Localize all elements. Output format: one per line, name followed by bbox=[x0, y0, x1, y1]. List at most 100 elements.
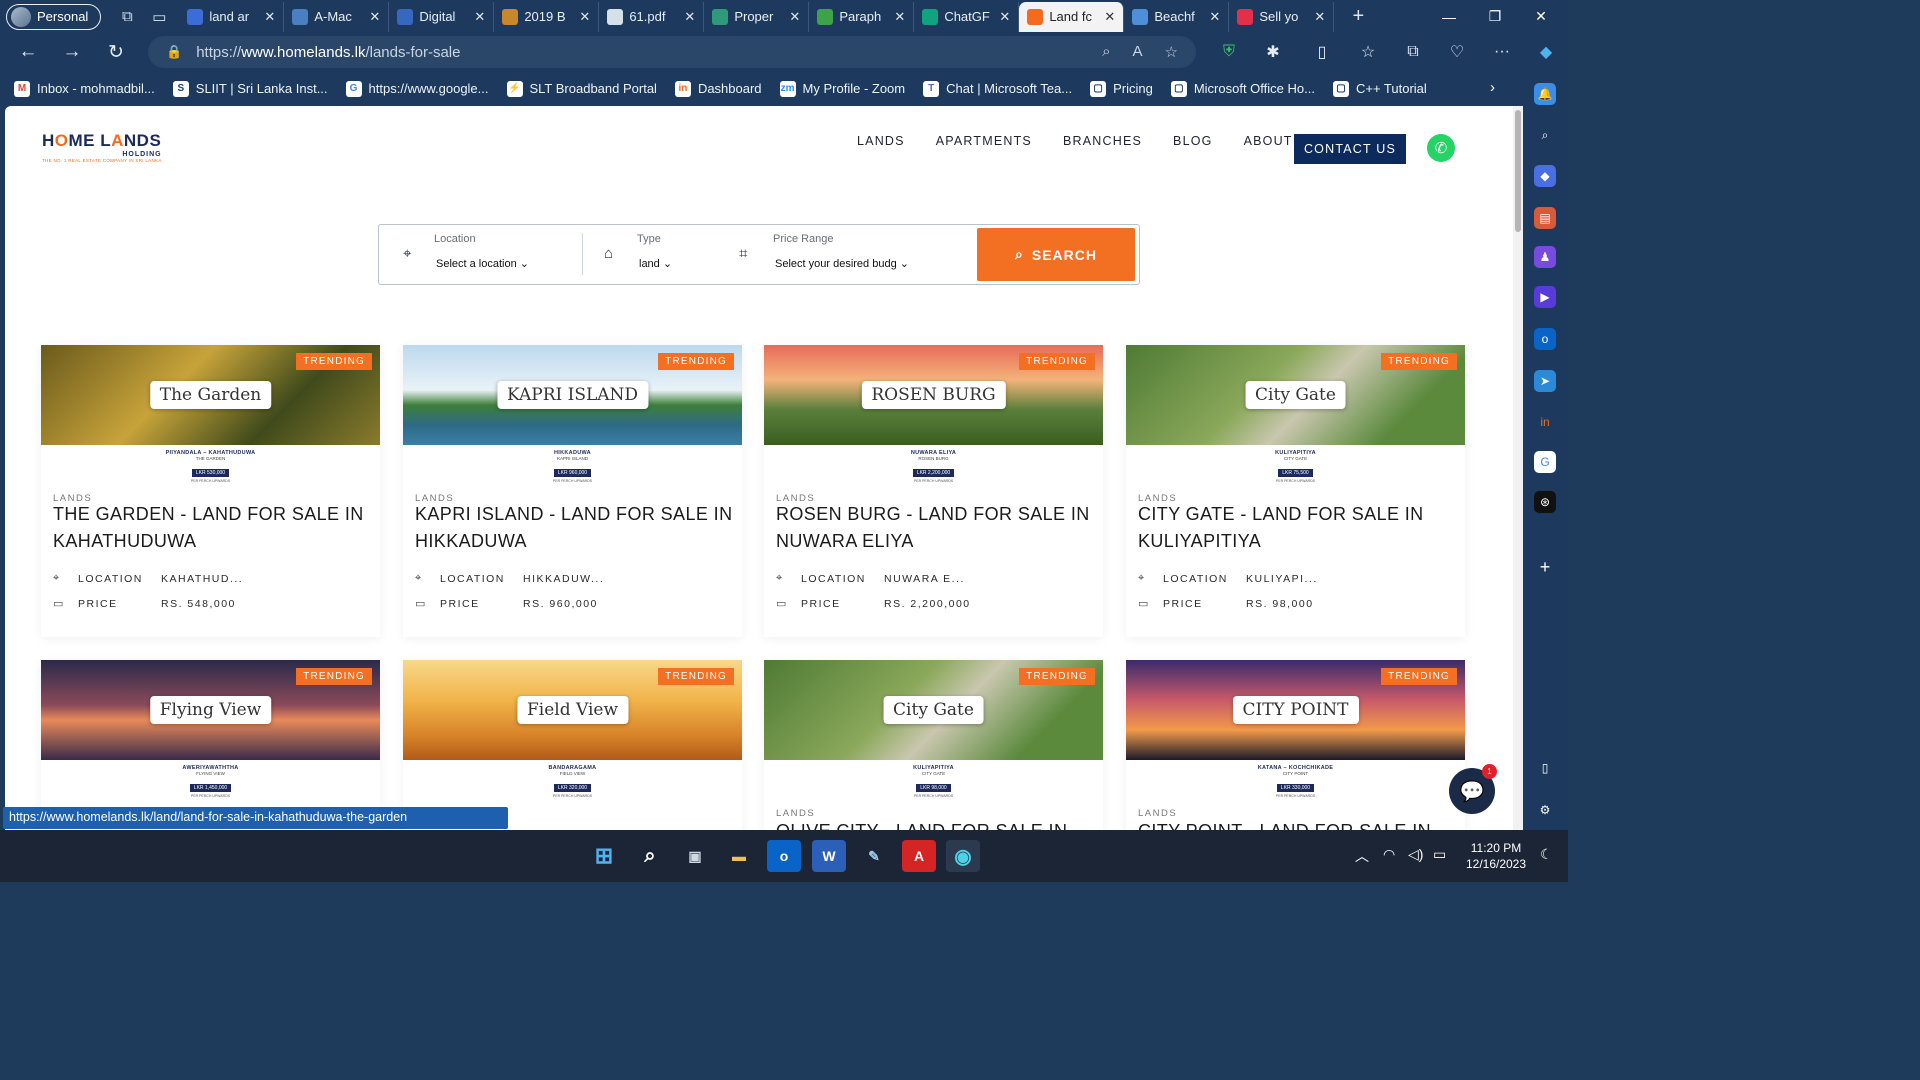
battery-icon[interactable]: ▭ bbox=[1433, 846, 1446, 863]
dashboard-app-icon[interactable]: in bbox=[1534, 411, 1556, 433]
price-range-select[interactable]: Select your desired budg ⌄ bbox=[775, 257, 909, 270]
listing-image[interactable]: Flying View TRENDING bbox=[41, 660, 380, 760]
browser-tab[interactable]: Sell yo ✕ bbox=[1229, 1, 1335, 32]
task-view-icon[interactable]: ▣ bbox=[678, 840, 712, 872]
favorite-link[interactable]: ▢ C++ Tutorial bbox=[1332, 80, 1427, 97]
listing-image[interactable]: City Gate TRENDING bbox=[1126, 345, 1465, 445]
forward-icon[interactable]: → bbox=[50, 41, 94, 63]
favorite-link[interactable]: ▢ Microsoft Office Ho... bbox=[1170, 80, 1315, 97]
browser-tab[interactable]: A-Mac ✕ bbox=[284, 1, 390, 32]
acrobat-icon[interactable]: A bbox=[902, 840, 936, 872]
nav-apartments[interactable]: APARTMENTS bbox=[936, 134, 1032, 148]
listing-image[interactable]: CITY POINT TRENDING bbox=[1126, 660, 1465, 760]
favorite-star-icon[interactable]: ☆ bbox=[1165, 43, 1178, 61]
listing-card[interactable]: KAPRI ISLAND TRENDING HIKKADUWA KAPRI IS… bbox=[403, 345, 742, 637]
listing-card[interactable]: Field View TRENDING BANDARAGAMA FIELD VI… bbox=[403, 660, 742, 830]
listing-card[interactable]: City Gate TRENDING KULIYAPITIYA CITY GAT… bbox=[764, 660, 1103, 830]
send-icon[interactable]: ➤ bbox=[1534, 370, 1556, 392]
nav-branches[interactable]: BRANCHES bbox=[1063, 134, 1142, 148]
favorite-link[interactable]: M Inbox - mohmadbil... bbox=[14, 80, 155, 97]
browser-tab[interactable]: 2019 B ✕ bbox=[494, 1, 600, 32]
favorite-link[interactable]: S SLIIT | Sri Lanka Inst... bbox=[172, 80, 328, 97]
favorite-link[interactable]: G https://www.google... bbox=[345, 80, 489, 97]
browser-tab[interactable]: Land fc ✕ bbox=[1019, 1, 1125, 32]
minimize-icon[interactable]: — bbox=[1426, 0, 1472, 33]
page-scrollbar[interactable] bbox=[1513, 106, 1523, 830]
new-tab-icon[interactable]: + bbox=[1342, 3, 1374, 31]
google-icon[interactable]: G bbox=[1534, 451, 1556, 473]
listing-image[interactable]: ROSEN BURG TRENDING bbox=[764, 345, 1103, 445]
price-range-filter[interactable]: ⌗ Price Range Select your desired budg ⌄ bbox=[723, 225, 973, 284]
collections-icon[interactable]: ⧉ bbox=[1399, 39, 1427, 65]
edge-icon[interactable]: ◉ bbox=[946, 840, 980, 872]
chat-widget-button[interactable]: 💬 1 bbox=[1449, 764, 1497, 814]
nav-lands[interactable]: LANDS bbox=[857, 134, 905, 148]
read-aloud-icon[interactable]: A bbox=[1133, 43, 1143, 61]
volume-icon[interactable]: ◁) bbox=[1408, 846, 1423, 863]
tools-icon[interactable]: ▤ bbox=[1534, 207, 1556, 229]
close-window-icon[interactable]: ✕ bbox=[1518, 0, 1564, 33]
settings-gear-icon[interactable]: ⚙ bbox=[1534, 799, 1556, 821]
listing-image[interactable]: KAPRI ISLAND TRENDING bbox=[403, 345, 742, 445]
zoom-icon[interactable]: ⌕ bbox=[1102, 43, 1110, 61]
listing-title[interactable]: THE GARDEN - LAND FOR SALE IN KAHATHUDUW… bbox=[53, 501, 373, 555]
search-button[interactable]: ⌕ SEARCH bbox=[977, 228, 1135, 281]
browser-tab[interactable]: ChatGF ✕ bbox=[914, 1, 1020, 32]
address-bar[interactable]: 🔒 https://www.homelands.lk/lands-for-sal… bbox=[148, 36, 1196, 68]
extensions-icon[interactable]: ✱ bbox=[1259, 39, 1287, 65]
word-icon[interactable]: W bbox=[812, 840, 846, 872]
lock-icon[interactable]: 🔒 bbox=[166, 44, 182, 60]
close-tab-icon[interactable]: ✕ bbox=[999, 9, 1010, 25]
close-tab-icon[interactable]: ✕ bbox=[369, 9, 380, 25]
close-tab-icon[interactable]: ✕ bbox=[579, 9, 590, 25]
system-clock[interactable]: 11:20 PM 12/16/2023 bbox=[1460, 840, 1532, 872]
shield-icon[interactable]: ⛨ bbox=[1215, 39, 1243, 65]
location-select[interactable]: Select a location ⌄ bbox=[436, 257, 529, 270]
notifications-icon[interactable]: ☾ bbox=[1540, 846, 1553, 863]
copilot-app-icon[interactable]: ▶ bbox=[1534, 286, 1556, 308]
games-icon[interactable]: ♟ bbox=[1534, 246, 1556, 268]
notification-bell-icon[interactable]: 🔔 bbox=[1534, 83, 1556, 105]
file-explorer-icon[interactable]: ▬ bbox=[722, 840, 756, 872]
favorite-link[interactable]: zm My Profile - Zoom bbox=[779, 80, 905, 97]
taskbar-search-icon[interactable]: ⌕ bbox=[633, 840, 667, 872]
browser-tab[interactable]: Digital ✕ bbox=[389, 1, 495, 32]
more-menu-icon[interactable]: ··· bbox=[1488, 39, 1516, 65]
browser-tab[interactable]: 61.pdf ✕ bbox=[599, 1, 705, 32]
whatsapp-icon[interactable]: ✆ bbox=[1427, 134, 1455, 162]
workspaces-icon[interactable]: ⧉ bbox=[111, 3, 143, 31]
listing-card[interactable]: Flying View TRENDING AWERIYAWATHTHA FLYI… bbox=[41, 660, 380, 830]
tab-actions-icon[interactable]: ▭ bbox=[143, 3, 175, 31]
copilot-icon[interactable]: ◆ bbox=[1532, 39, 1560, 65]
listing-title[interactable]: CITY GATE - LAND FOR SALE IN KULIYAPITIY… bbox=[1138, 501, 1458, 555]
listing-image[interactable]: The Garden TRENDING bbox=[41, 345, 380, 445]
listing-image[interactable]: City Gate TRENDING bbox=[764, 660, 1103, 760]
favorites-icon[interactable]: ☆ bbox=[1354, 39, 1382, 65]
favorite-link[interactable]: ⚡ SLT Broadband Portal bbox=[506, 80, 657, 97]
favorite-link[interactable]: ▢ Pricing bbox=[1090, 80, 1153, 97]
listing-card[interactable]: CITY POINT TRENDING KATANA – KOCHCHIKADE… bbox=[1126, 660, 1465, 830]
listing-title[interactable]: CITY POINT - LAND FOR SALE IN bbox=[1138, 818, 1458, 830]
hide-sidebar-icon[interactable]: ▯ bbox=[1534, 757, 1556, 779]
close-tab-icon[interactable]: ✕ bbox=[1314, 9, 1325, 25]
listing-card[interactable]: ROSEN BURG TRENDING NUWARA ELIYA ROSEN B… bbox=[764, 345, 1103, 637]
chatgpt-icon[interactable]: ⊛ bbox=[1534, 491, 1556, 513]
listing-image[interactable]: Field View TRENDING bbox=[403, 660, 742, 760]
close-tab-icon[interactable]: ✕ bbox=[894, 9, 905, 25]
tray-chevron-icon[interactable]: ︿ bbox=[1355, 846, 1369, 866]
favorite-link[interactable]: T Chat | Microsoft Tea... bbox=[923, 80, 1072, 97]
scrollbar-thumb[interactable] bbox=[1515, 110, 1521, 232]
nav-blog[interactable]: BLOG bbox=[1173, 134, 1213, 148]
type-select[interactable]: land ⌄ bbox=[639, 257, 672, 270]
listing-title[interactable]: KAPRI ISLAND - LAND FOR SALE IN HIKKADUW… bbox=[415, 501, 735, 555]
restore-icon[interactable]: ❐ bbox=[1472, 0, 1518, 33]
profile-button[interactable]: Personal bbox=[6, 3, 102, 30]
browser-tab[interactable]: Paraph ✕ bbox=[809, 1, 915, 32]
browser-tab[interactable]: Beachf ✕ bbox=[1124, 1, 1230, 32]
location-filter[interactable]: ⌖ Location Select a location ⌄ bbox=[379, 225, 582, 284]
outlook-icon[interactable]: o bbox=[1534, 328, 1556, 350]
close-tab-icon[interactable]: ✕ bbox=[474, 9, 485, 25]
close-tab-icon[interactable]: ✕ bbox=[1104, 9, 1115, 25]
browser-tab[interactable]: land ar ✕ bbox=[179, 1, 285, 32]
search-icon[interactable]: ⌕ bbox=[1534, 124, 1556, 146]
